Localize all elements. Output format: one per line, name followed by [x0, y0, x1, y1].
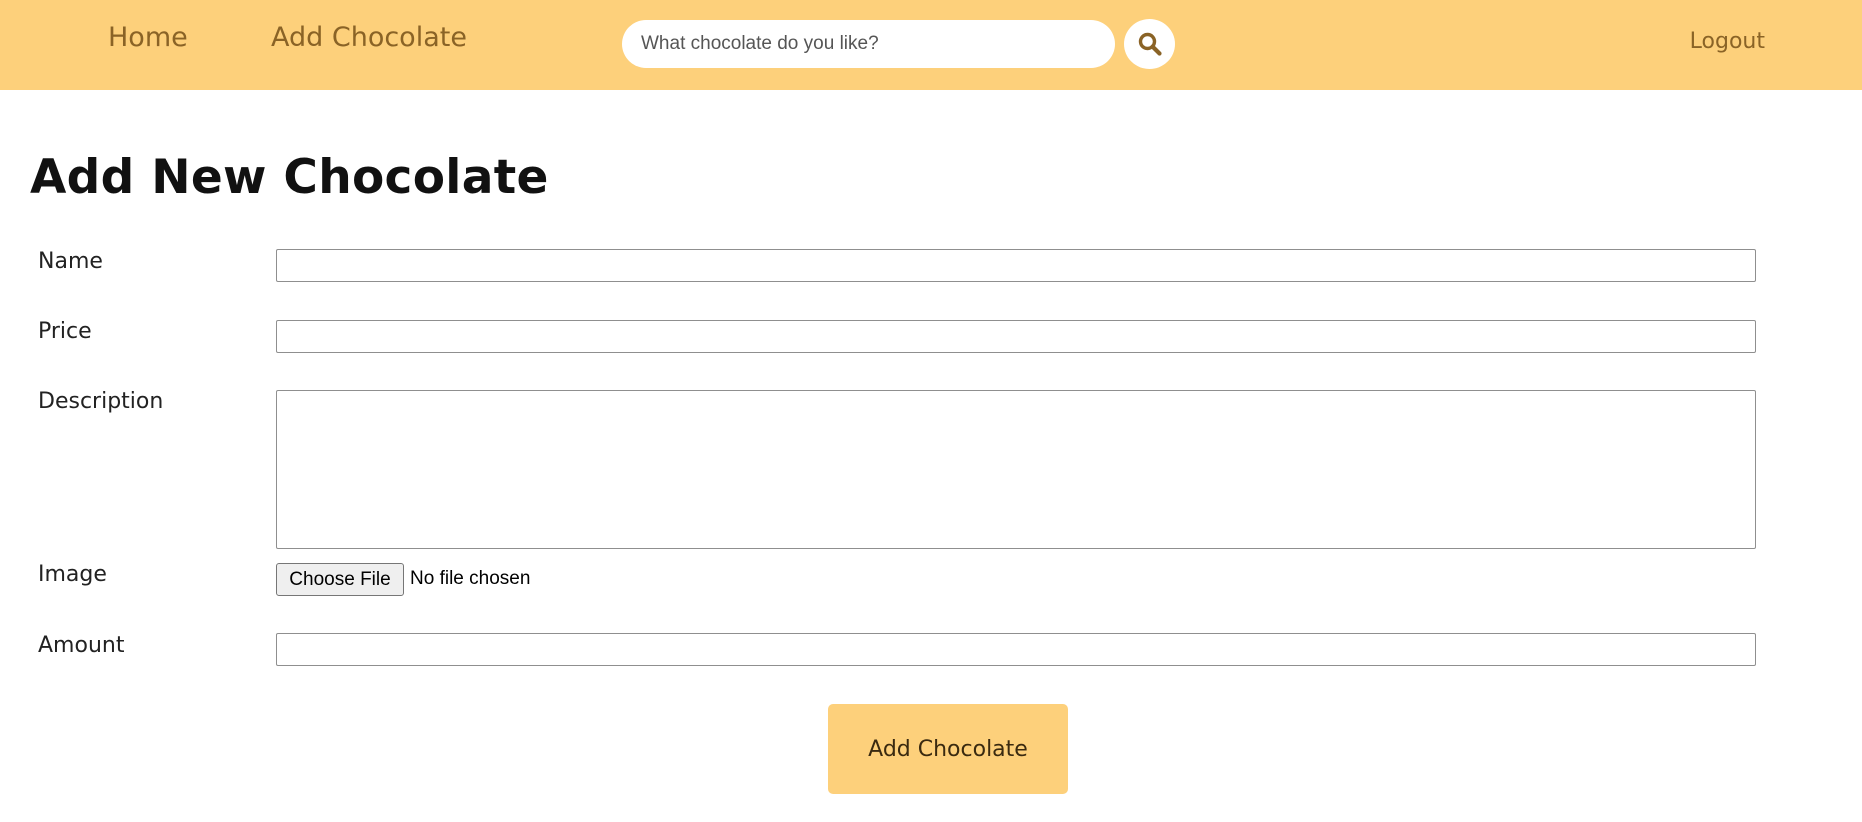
amount-label: Amount [38, 633, 125, 658]
name-field[interactable] [276, 249, 1756, 282]
top-navbar: Home Add Chocolate Logout [0, 0, 1862, 90]
price-label: Price [38, 319, 92, 344]
amount-field[interactable] [276, 633, 1756, 666]
description-label: Description [38, 389, 164, 414]
file-status-text: No file chosen [410, 568, 531, 589]
search-icon [1138, 32, 1162, 56]
nav-add-chocolate-link[interactable]: Add Chocolate [271, 22, 467, 53]
add-chocolate-submit-button[interactable]: Add Chocolate [828, 704, 1068, 794]
search-input[interactable] [622, 20, 1115, 68]
page-title: Add New Chocolate [30, 150, 549, 205]
description-field[interactable] [276, 390, 1756, 549]
logout-link[interactable]: Logout [1690, 29, 1765, 54]
price-field[interactable] [276, 320, 1756, 353]
search-button[interactable] [1124, 19, 1175, 69]
image-label: Image [38, 562, 107, 587]
name-label: Name [38, 249, 103, 274]
choose-file-button[interactable]: Choose File [276, 563, 404, 596]
nav-home-link[interactable]: Home [108, 22, 188, 53]
